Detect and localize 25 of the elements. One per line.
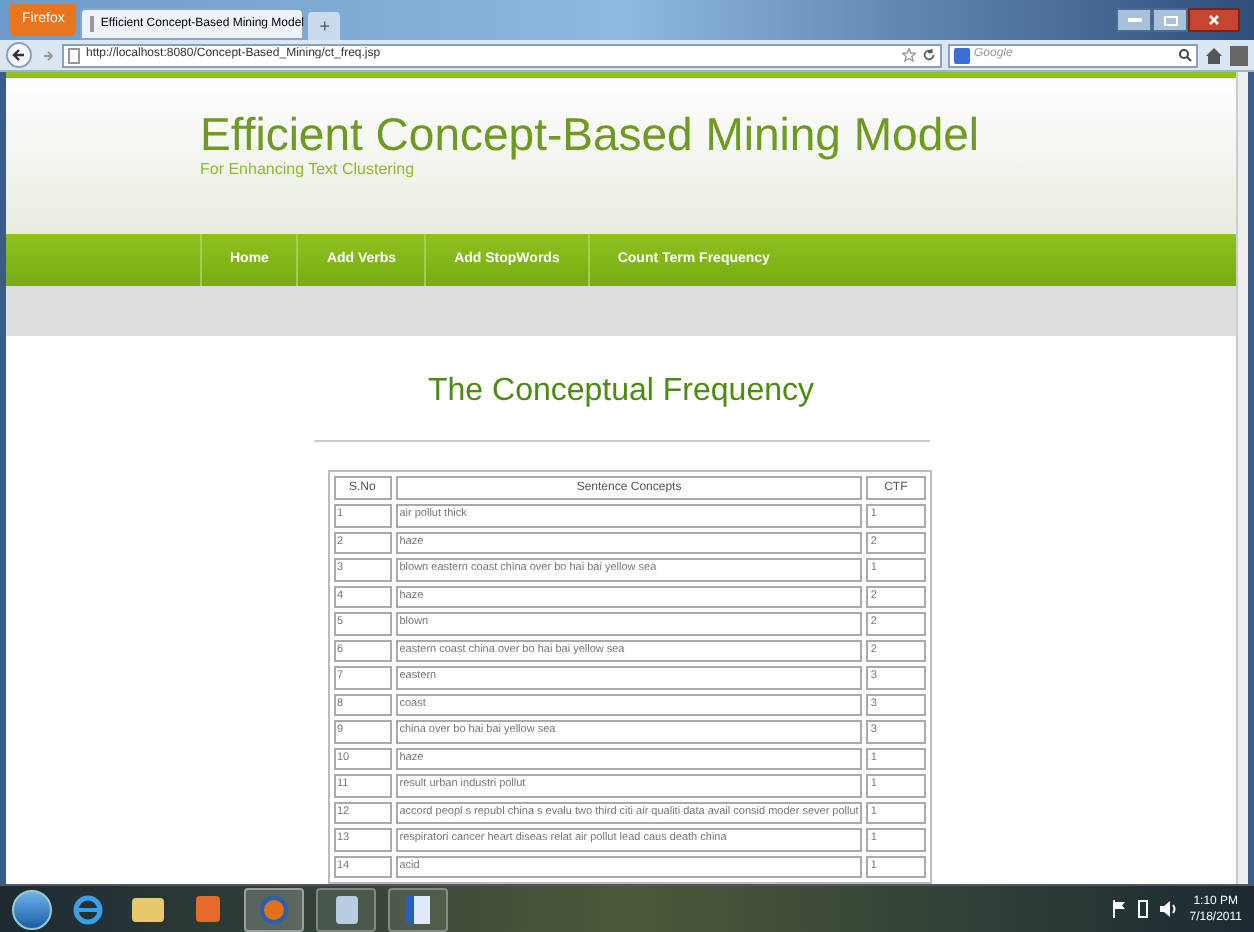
back-button[interactable]	[6, 42, 32, 68]
new-tab-button[interactable]: +	[308, 12, 341, 40]
reload-icon[interactable]	[922, 48, 936, 62]
site-title: Efficient Concept-Based Mining Model	[200, 110, 982, 158]
firefox-icon[interactable]	[244, 887, 304, 931]
search-engine-icon[interactable]	[954, 47, 970, 63]
battery-icon[interactable]	[1137, 900, 1148, 918]
start-button[interactable]	[12, 889, 52, 929]
star-icon[interactable]	[902, 48, 916, 62]
back-arrow-icon	[12, 48, 26, 62]
page-heading: The Conceptual Frequency	[428, 372, 814, 412]
minimize-button[interactable]	[1116, 8, 1152, 32]
close-button[interactable]	[1188, 8, 1240, 32]
scrollbar[interactable]	[1236, 72, 1248, 884]
flag-icon[interactable]	[1111, 900, 1126, 918]
forward-arrow-icon	[41, 49, 53, 61]
cube-icon[interactable]	[316, 887, 376, 931]
document-icon[interactable]	[388, 887, 448, 931]
site-subtitle: For Enhancing Text Clustering	[200, 160, 417, 182]
home-icon[interactable]	[1204, 45, 1224, 65]
volume-icon[interactable]	[1159, 900, 1178, 918]
close-icon	[1208, 14, 1220, 26]
maximize-button[interactable]	[1152, 8, 1188, 32]
bookmarks-icon[interactable]	[1230, 45, 1248, 65]
search-icon[interactable]	[1178, 48, 1192, 62]
